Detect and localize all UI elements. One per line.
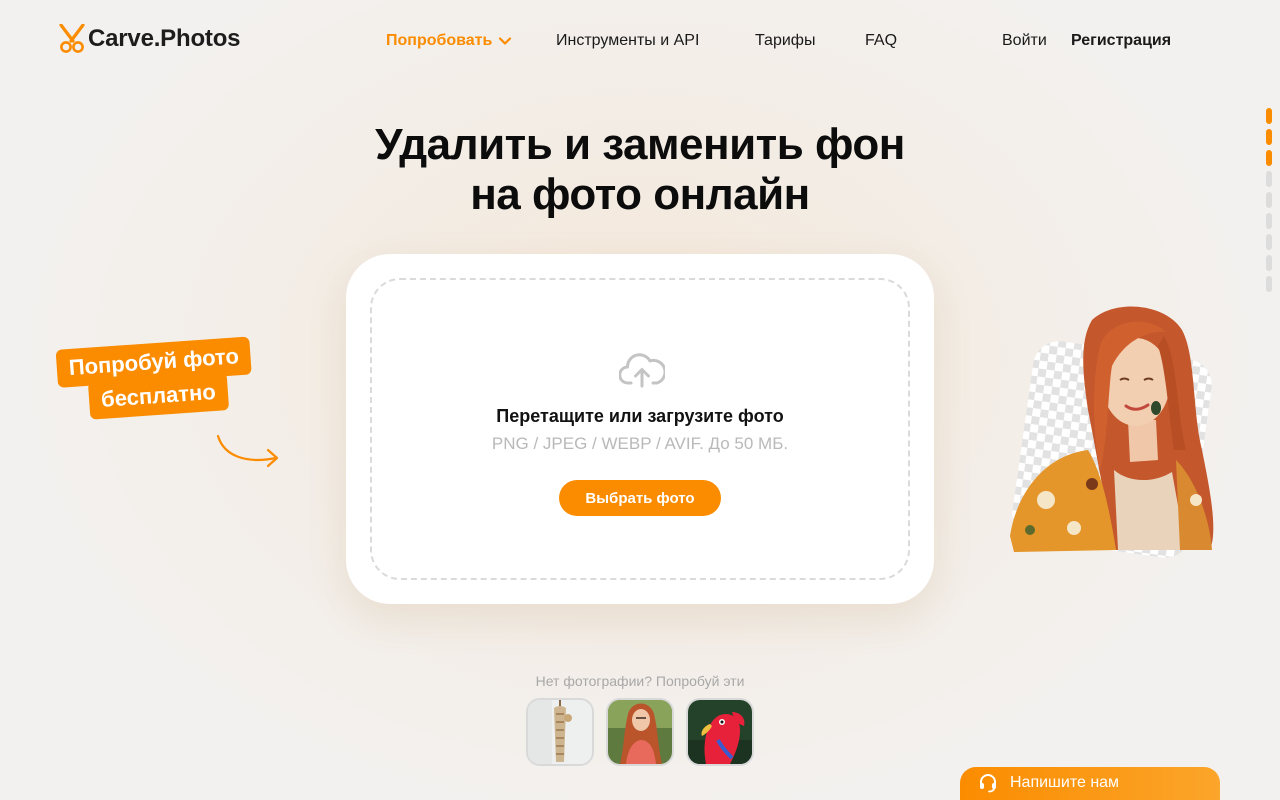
page-title: Удалить и заменить фон на фото онлайн bbox=[290, 120, 990, 220]
upload-dropzone[interactable]: Перетащите или загрузите фото PNG / JPEG… bbox=[370, 278, 910, 580]
chat-widget-label: Напишите нам bbox=[1010, 774, 1120, 791]
promo-sticker: Попробуй фото бесплатно bbox=[55, 326, 291, 432]
section-scroll-indicator[interactable] bbox=[1266, 108, 1274, 297]
scroll-dot[interactable] bbox=[1266, 234, 1272, 250]
title-line-1: Удалить и заменить фон bbox=[375, 120, 905, 169]
woman-cutout-image bbox=[1010, 306, 1214, 558]
scroll-dot[interactable] bbox=[1266, 129, 1272, 145]
samples-label: Нет фотографии? Попробуй эти bbox=[535, 673, 745, 689]
scroll-dot[interactable] bbox=[1266, 255, 1272, 271]
login-link[interactable]: Войти bbox=[1002, 30, 1047, 52]
nav-tools-api[interactable]: Инструменты и API bbox=[556, 30, 699, 52]
sample-woman-thumbnail[interactable] bbox=[606, 698, 674, 766]
choose-photo-button[interactable]: Выбрать фото bbox=[559, 480, 721, 516]
sample-vase-thumbnail[interactable] bbox=[526, 698, 594, 766]
nav-faq[interactable]: FAQ bbox=[865, 30, 897, 52]
sample-parrot-thumbnail[interactable] bbox=[686, 698, 754, 766]
nav-pricing[interactable]: Тарифы bbox=[755, 30, 815, 52]
scroll-dot[interactable] bbox=[1266, 192, 1272, 208]
logo-text: Carve.Photos bbox=[88, 25, 241, 52]
signup-link[interactable]: Регистрация bbox=[1071, 30, 1171, 52]
scissors-icon bbox=[59, 24, 85, 53]
curved-arrow-icon bbox=[216, 434, 279, 468]
scroll-dot[interactable] bbox=[1266, 213, 1272, 229]
scroll-dot[interactable] bbox=[1266, 108, 1272, 124]
nav-try-label: Попробовать bbox=[386, 32, 493, 49]
cloud-upload-icon bbox=[619, 353, 665, 388]
chat-widget-button[interactable]: Напишите нам bbox=[960, 767, 1220, 800]
logo[interactable]: Carve.Photos bbox=[58, 22, 241, 56]
chevron-down-icon bbox=[499, 37, 512, 45]
upload-title: Перетащите или загрузите фото bbox=[496, 406, 784, 426]
scroll-dot[interactable] bbox=[1266, 171, 1272, 187]
title-line-2: на фото онлайн bbox=[470, 170, 810, 219]
scroll-dot[interactable] bbox=[1266, 150, 1272, 166]
upload-formats: PNG / JPEG / WEBP / AVIF. До 50 МБ. bbox=[491, 434, 789, 453]
nav-try-dropdown[interactable]: Попробовать bbox=[386, 30, 512, 52]
headset-icon bbox=[980, 774, 996, 793]
upload-card: Перетащите или загрузите фото PNG / JPEG… bbox=[346, 254, 934, 604]
scroll-dot[interactable] bbox=[1266, 276, 1272, 292]
